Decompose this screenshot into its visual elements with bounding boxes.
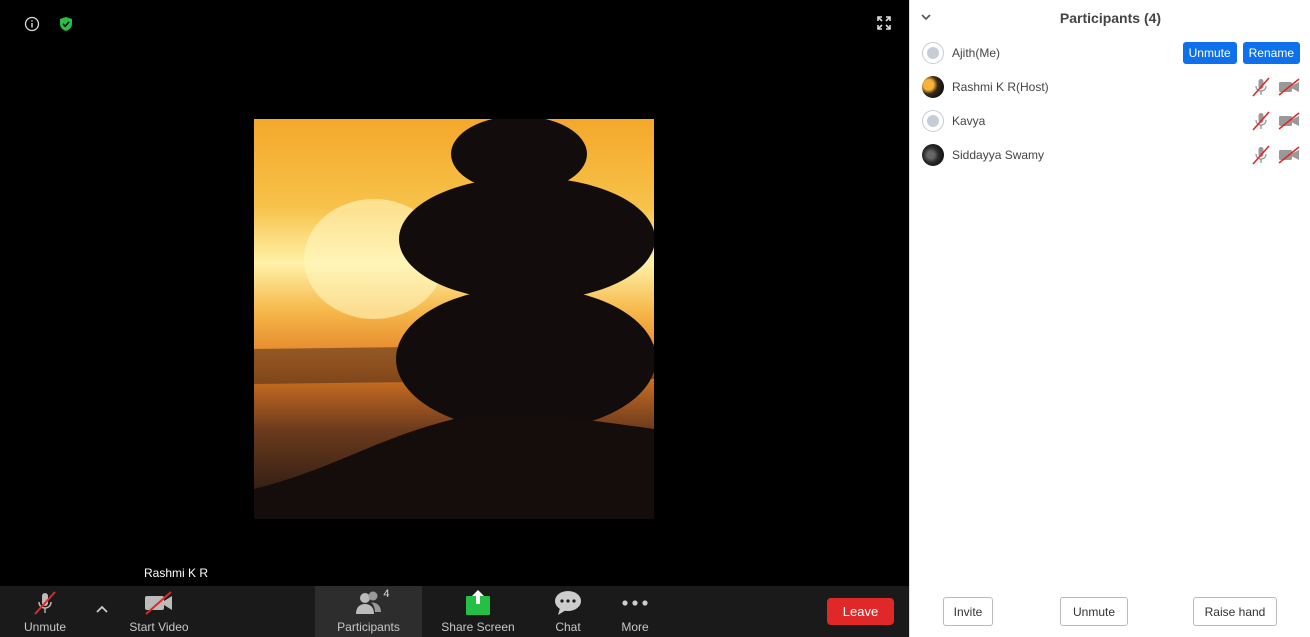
share-screen-icon xyxy=(461,588,495,618)
rename-button[interactable]: Rename xyxy=(1242,42,1300,64)
participant-name: Kavya xyxy=(952,114,986,128)
panel-title: Participants (4) xyxy=(1059,10,1162,26)
meeting-toolbar: Unmute Start Video 4 Participants Share … xyxy=(0,586,909,637)
fullscreen-icon[interactable] xyxy=(877,16,891,30)
share-screen-button[interactable]: Share Screen xyxy=(438,586,518,637)
participant-row[interactable]: Rashmi K R(Host) xyxy=(922,74,1300,100)
share-screen-label: Share Screen xyxy=(441,620,515,634)
mic-muted-icon xyxy=(1250,77,1272,97)
info-icon[interactable] xyxy=(22,14,42,34)
participants-panel: Participants (4) Ajith(Me) Unmute Rename… xyxy=(909,0,1310,637)
participants-label: Participants xyxy=(337,620,400,634)
avatar xyxy=(922,42,944,64)
chevron-up-icon[interactable] xyxy=(92,600,112,618)
chat-button[interactable]: Chat xyxy=(545,586,591,637)
raise-hand-button[interactable]: Raise hand xyxy=(1193,597,1277,626)
unmute-label: Unmute xyxy=(23,620,67,634)
shield-icon[interactable] xyxy=(56,14,76,34)
participant-name: Ajith(Me) xyxy=(952,46,1001,60)
video-off-icon xyxy=(1278,145,1300,165)
participant-name: Rashmi K R(Host) xyxy=(952,80,1049,94)
chat-icon xyxy=(551,588,585,618)
video-off-icon xyxy=(1278,111,1300,131)
avatar xyxy=(922,76,944,98)
more-icon xyxy=(618,588,652,618)
video-off-icon xyxy=(1278,77,1300,97)
participant-name: Siddayya Swamy xyxy=(952,148,1045,162)
leave-button[interactable]: Leave xyxy=(827,598,894,625)
panel-unmute-button[interactable]: Unmute xyxy=(1060,597,1128,626)
participant-row[interactable]: Ajith(Me) Unmute Rename xyxy=(922,40,1300,66)
participant-row[interactable]: Siddayya Swamy xyxy=(922,142,1300,168)
meeting-window: Rashmi K R Unmute Start Video 4 Particip… xyxy=(0,0,1310,637)
participants-count-badge: 4 xyxy=(383,588,390,600)
participants-button[interactable]: 4 Participants xyxy=(315,586,422,637)
avatar xyxy=(922,144,944,166)
more-button[interactable]: More xyxy=(612,586,658,637)
invite-button[interactable]: Invite xyxy=(943,597,993,626)
avatar xyxy=(922,110,944,132)
more-label: More xyxy=(621,620,649,634)
participant-unmute-button[interactable]: Unmute xyxy=(1182,42,1237,64)
start-video-label: Start Video xyxy=(129,620,189,634)
video-off-icon xyxy=(142,588,176,618)
participant-row[interactable]: Kavya xyxy=(922,108,1300,134)
participant-video xyxy=(254,119,654,519)
speaker-name-label: Rashmi K R xyxy=(144,566,209,580)
mic-muted-icon xyxy=(1250,145,1272,165)
start-video-button[interactable]: Start Video xyxy=(122,586,196,637)
participants-icon: 4 xyxy=(352,588,390,618)
mic-muted-icon xyxy=(1250,111,1272,131)
video-area: Rashmi K R xyxy=(0,0,909,586)
chat-label: Chat xyxy=(555,620,581,634)
unmute-button[interactable]: Unmute xyxy=(14,586,76,637)
mic-muted-icon xyxy=(28,588,62,618)
